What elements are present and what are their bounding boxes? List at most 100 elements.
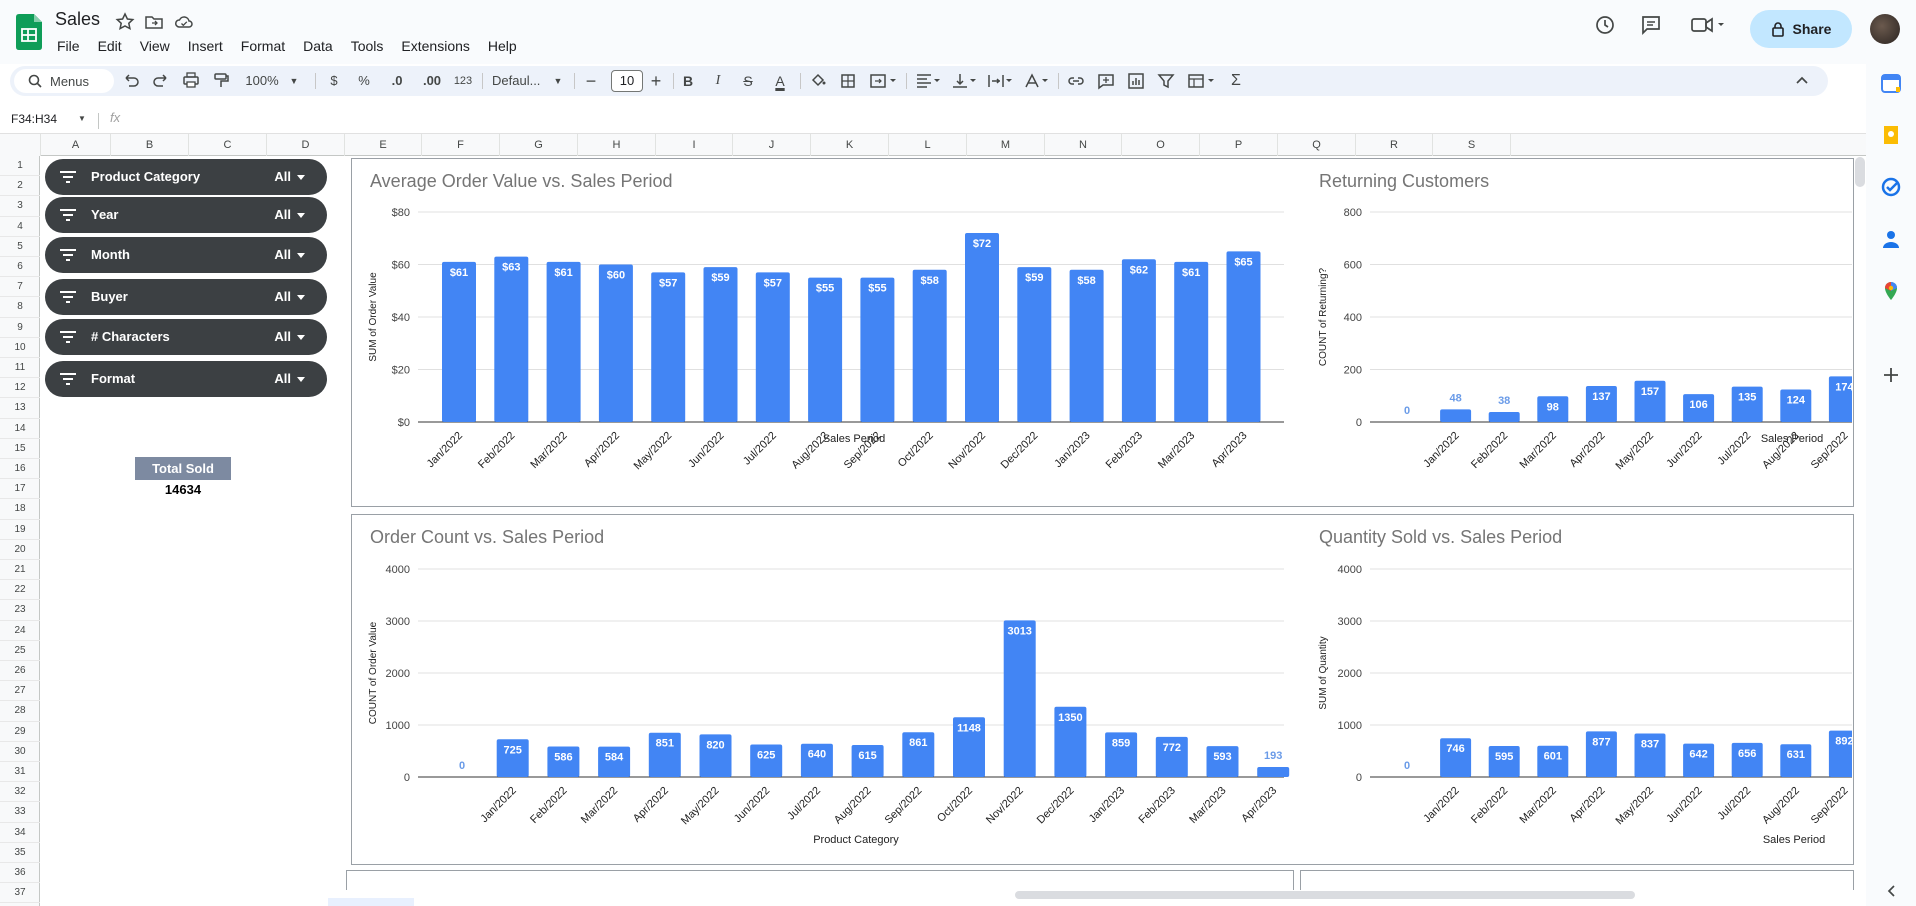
borders-icon[interactable]: [838, 66, 858, 96]
text-rotation-icon[interactable]: [1022, 66, 1052, 96]
version-history-icon[interactable]: [1594, 14, 1616, 36]
menu-tools[interactable]: Tools: [342, 36, 393, 56]
row-header[interactable]: 25: [0, 641, 40, 661]
insert-comment-icon[interactable]: [1096, 66, 1116, 96]
row-header[interactable]: 9: [0, 318, 40, 338]
row-header[interactable]: 34: [0, 823, 40, 843]
menu-format[interactable]: Format: [232, 36, 294, 56]
row-header[interactable]: 26: [0, 661, 40, 682]
row-header[interactable]: 11: [0, 358, 40, 379]
row-header[interactable]: 16: [0, 459, 40, 480]
undo-icon[interactable]: [122, 66, 140, 96]
menu-insert[interactable]: Insert: [179, 36, 232, 56]
slicer-month[interactable]: Month All: [45, 237, 327, 273]
star-icon[interactable]: [115, 12, 135, 32]
column-header[interactable]: P: [1200, 134, 1278, 156]
functions-button[interactable]: Σ: [1226, 66, 1246, 96]
sheet-tab-strip[interactable]: [328, 898, 414, 906]
column-header[interactable]: K: [811, 134, 889, 156]
chart-partial-bottom-right[interactable]: [1300, 870, 1854, 890]
fill-color-icon[interactable]: [808, 66, 828, 96]
row-header[interactable]: 30: [0, 742, 40, 762]
column-header[interactable]: C: [189, 134, 267, 156]
decrease-font-size-button[interactable]: −: [582, 66, 600, 96]
row-header[interactable]: 23: [0, 600, 40, 621]
slicer-format[interactable]: Format All: [45, 361, 327, 397]
redo-icon[interactable]: [152, 66, 170, 96]
column-header[interactable]: R: [1356, 134, 1433, 156]
insert-link-icon[interactable]: [1066, 66, 1086, 96]
name-box[interactable]: F34:H34: [11, 112, 57, 126]
slicer-product-category[interactable]: Product Category All: [45, 159, 327, 195]
tasks-icon[interactable]: [1880, 176, 1902, 198]
number-format-button[interactable]: 123: [450, 66, 476, 96]
slicer-year[interactable]: Year All: [45, 197, 327, 233]
horizontal-scrollbar[interactable]: [1015, 891, 1635, 899]
row-header[interactable]: 15: [0, 439, 40, 459]
row-header[interactable]: 4: [0, 217, 40, 237]
maps-icon[interactable]: [1880, 280, 1902, 302]
text-wrapping-icon[interactable]: [986, 66, 1016, 96]
add-icon[interactable]: [1880, 364, 1902, 386]
chart-returning-customers[interactable]: Returning Customers 0 200 400 600 800 COUNT of…: [1302, 158, 1854, 507]
account-avatar[interactable]: [1870, 14, 1900, 44]
row-header[interactable]: 18: [0, 499, 40, 520]
merge-cells-icon[interactable]: [868, 66, 900, 96]
row-header[interactable]: 36: [0, 863, 40, 884]
row-header[interactable]: 29: [0, 722, 40, 742]
row-header[interactable]: 33: [0, 802, 40, 823]
row-header[interactable]: 17: [0, 479, 40, 500]
column-header[interactable]: I: [656, 134, 733, 156]
column-header[interactable]: H: [578, 134, 656, 156]
formula-input[interactable]: [130, 110, 1830, 132]
collapse-toolbar-icon[interactable]: [1792, 66, 1812, 96]
chart-average-order-value[interactable]: Average Order Value vs. Sales Period $0 $2…: [351, 158, 1303, 507]
chart-order-count[interactable]: Order Count vs. Sales Period 0 1000 2000 300…: [351, 514, 1303, 865]
row-header[interactable]: 24: [0, 621, 40, 641]
row-header[interactable]: 6: [0, 257, 40, 278]
decrease-decimal-button[interactable]: .0: [386, 66, 408, 96]
strikethrough-button[interactable]: S: [738, 66, 758, 96]
name-box-chevron-icon[interactable]: ▼: [78, 114, 86, 123]
paint-format-icon[interactable]: [212, 66, 230, 96]
show-side-panel-icon[interactable]: [1880, 880, 1902, 902]
column-header[interactable]: O: [1122, 134, 1200, 156]
column-header[interactable]: M: [967, 134, 1045, 156]
vertical-scrollbar[interactable]: [1855, 157, 1865, 187]
row-header[interactable]: 28: [0, 701, 40, 722]
column-header[interactable]: S: [1433, 134, 1511, 156]
font-select[interactable]: Defaul...: [492, 66, 556, 96]
calendar-icon[interactable]: [1880, 72, 1902, 94]
bold-button[interactable]: B: [678, 66, 698, 96]
column-header[interactable]: G: [500, 134, 578, 156]
move-folder-icon[interactable]: [144, 12, 164, 32]
zoom-chevron-icon[interactable]: ▼: [288, 66, 300, 96]
font-size-input[interactable]: 10: [611, 70, 643, 92]
menu-edit[interactable]: Edit: [89, 36, 131, 56]
menu-view[interactable]: View: [131, 36, 179, 56]
row-header[interactable]: 31: [0, 762, 40, 783]
horizontal-align-icon[interactable]: [914, 66, 944, 96]
row-header[interactable]: 32: [0, 782, 40, 803]
percent-format-button[interactable]: %: [356, 66, 372, 96]
increase-decimal-button[interactable]: .00: [418, 66, 446, 96]
meet-icon[interactable]: [1690, 14, 1726, 36]
row-header[interactable]: 19: [0, 520, 40, 540]
text-color-button[interactable]: A: [770, 66, 790, 96]
row-header[interactable]: 1: [0, 156, 40, 177]
column-header[interactable]: F: [422, 134, 500, 156]
column-header[interactable]: J: [733, 134, 811, 156]
row-header[interactable]: 22: [0, 580, 40, 601]
column-header[interactable]: B: [111, 134, 189, 156]
row-header[interactable]: 20: [0, 540, 40, 560]
zoom-select[interactable]: 100%: [242, 66, 282, 96]
column-header[interactable]: E: [345, 134, 422, 156]
contacts-icon[interactable]: [1880, 228, 1902, 250]
slicer-buyer[interactable]: Buyer All: [45, 279, 327, 315]
menu-extensions[interactable]: Extensions: [392, 36, 478, 56]
currency-format-button[interactable]: $: [326, 66, 342, 96]
row-header[interactable]: 21: [0, 560, 40, 581]
insert-chart-icon[interactable]: [1126, 66, 1146, 96]
italic-button[interactable]: I: [708, 66, 728, 96]
row-header[interactable]: 5: [0, 237, 40, 257]
